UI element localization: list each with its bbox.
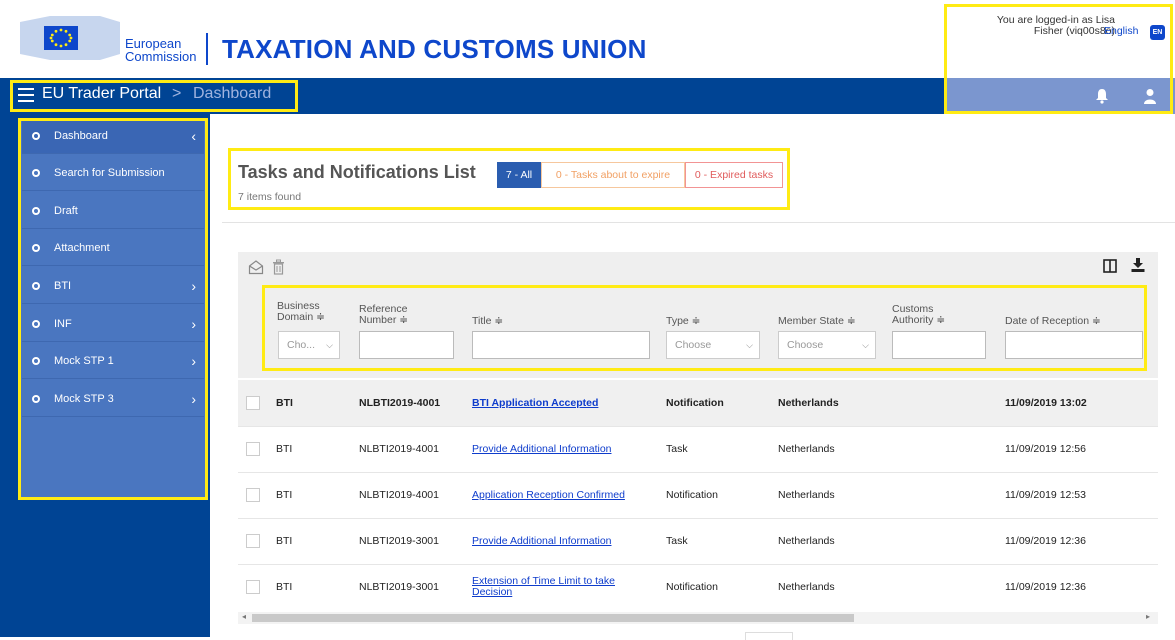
cell-title-link[interactable]: Provide Additional Information [472,426,612,472]
cell-domain: BTI [276,443,293,455]
cell-date: 11/09/2019 12:36 [1005,535,1086,547]
cell-domain: BTI [276,397,293,409]
cell-title-link[interactable]: Extension of Time Limit to take Decision [472,576,615,598]
cell-type: Task [666,443,688,455]
cell-title-link[interactable]: BTI Application Accepted [472,380,598,426]
cell-reference: NLBTI2019-4001 [359,443,439,455]
cell-title-link[interactable]: Provide Additional Information [472,518,612,564]
row-checkbox[interactable] [246,442,260,456]
columns-icon[interactable] [1103,259,1117,273]
scroll-right-icon[interactable]: ▸ [1146,612,1150,621]
cell-reference: NLBTI2019-3001 [359,535,439,547]
cell-domain: BTI [276,489,293,501]
cell-reference: NLBTI2019-3001 [359,581,439,593]
divider [222,222,1175,223]
trash-icon[interactable] [272,259,285,275]
eu-flag-logo [20,16,120,60]
cell-type: Task [666,535,688,547]
cell-date: 11/09/2019 12:53 [1005,489,1086,501]
cell-reference: NLBTI2019-4001 [359,397,441,409]
cell-member-state: Netherlands [778,535,835,547]
table-row[interactable]: BTI NLBTI2019-4001 Provide Additional In… [238,426,1158,472]
cell-date: 11/09/2019 12:36 [1005,581,1086,593]
table-row[interactable]: BTI NLBTI2019-3001 Provide Additional In… [238,518,1158,564]
header-divider [206,33,208,65]
user-line2: Fisher (viq00s8o) [1033,25,1115,37]
table-row[interactable]: BTI NLBTI2019-4001 Application Reception… [238,472,1158,518]
table-toolbar [238,252,1158,288]
tasks-header-highlight [228,148,790,210]
sidebar-highlight [18,118,208,500]
cell-type: Notification [666,581,718,593]
scrollbar-thumb[interactable] [252,614,854,622]
cell-reference: NLBTI2019-4001 [359,489,439,501]
language-selector[interactable]: English [1104,25,1138,37]
table-row[interactable]: BTI NLBTI2019-3001 Extension of Time Lim… [238,564,1158,610]
pagination[interactable] [745,632,793,640]
table-row[interactable]: BTI NLBTI2019-4001 BTI Application Accep… [238,380,1158,426]
cell-type: Notification [666,489,718,501]
commission-line2: Commission [125,49,197,64]
scroll-left-icon[interactable]: ◂ [242,612,246,621]
cell-date: 11/09/2019 12:56 [1005,443,1086,455]
cell-member-state: Netherlands [778,581,835,593]
row-checkbox[interactable] [246,488,260,502]
cell-title-link[interactable]: Application Reception Confirmed [472,472,625,518]
row-checkbox[interactable] [246,580,260,594]
cell-date: 11/09/2019 13:02 [1005,397,1087,409]
cell-domain: BTI [276,581,293,593]
filter-highlight [262,285,1147,371]
cell-member-state: Netherlands [778,443,835,455]
cell-type: Notification [666,397,724,409]
row-checkbox[interactable] [246,534,260,548]
cell-domain: BTI [276,535,293,547]
envelope-open-icon[interactable] [248,259,264,275]
title-line2: Decision [472,586,513,598]
logged-in-user: You are logged-in as Lisa Fisher (viq00s… [985,15,1115,37]
download-icon[interactable] [1131,257,1145,273]
cell-member-state: Netherlands [778,489,835,501]
language-icon[interactable]: EN [1150,25,1165,40]
row-checkbox[interactable] [246,396,260,410]
cell-member-state: Netherlands [778,397,839,409]
commission-name: European Commission [125,37,197,63]
breadcrumb-highlight [10,80,298,112]
site-title: TAXATION AND CUSTOMS UNION [222,34,647,64]
